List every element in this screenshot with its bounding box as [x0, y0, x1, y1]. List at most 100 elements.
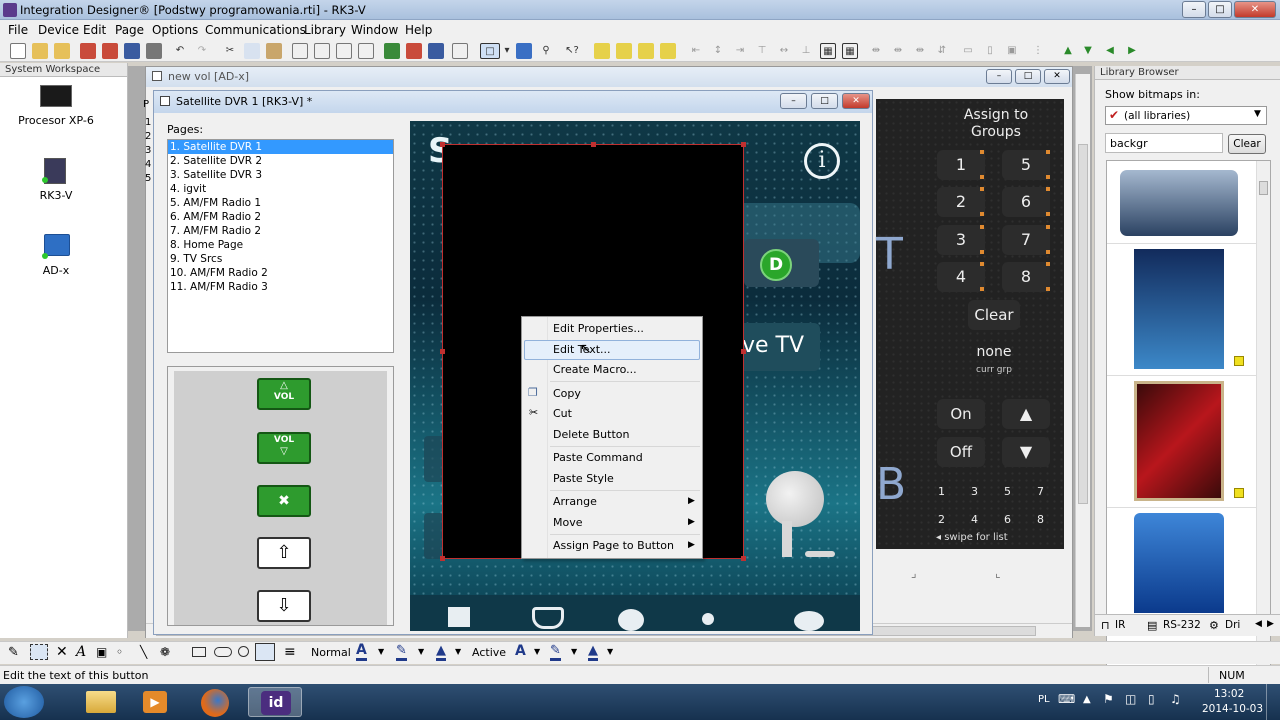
- explorer-taskbar-item[interactable]: [74, 687, 128, 717]
- channel-down-button[interactable]: ⇩: [257, 590, 311, 622]
- show-desktop-button[interactable]: [1266, 684, 1280, 720]
- group-key-5[interactable]: 5: [1002, 150, 1050, 180]
- scrollbar-thumb[interactable]: [1078, 144, 1088, 504]
- media-player-taskbar-item[interactable]: ▶: [128, 687, 182, 717]
- line-tool-icon[interactable]: ╲: [140, 645, 147, 659]
- tab-scroll-right-icon[interactable]: ▶: [1267, 619, 1274, 629]
- chevron-down-icon[interactable]: ▼: [571, 647, 577, 656]
- resize-handle[interactable]: [741, 142, 746, 147]
- resize-handle[interactable]: [591, 142, 596, 147]
- menu-item-cut[interactable]: Cut: [553, 407, 572, 420]
- off-button[interactable]: Off: [937, 437, 985, 467]
- workspace-item-processor[interactable]: Procesor XP-6: [0, 114, 112, 127]
- small-key[interactable]: 6: [1004, 513, 1011, 526]
- menu-library[interactable]: Library: [304, 23, 346, 37]
- small-key[interactable]: 7: [1037, 485, 1044, 498]
- volume-down-button[interactable]: VOL ▽: [257, 432, 311, 464]
- line-weight-icon[interactable]: ≡: [284, 644, 296, 660]
- volume-icon[interactable]: ♫: [1170, 692, 1181, 706]
- align-top-icon[interactable]: ⊤: [754, 43, 770, 59]
- menu-options[interactable]: Options: [152, 23, 198, 37]
- resize-handle[interactable]: [440, 556, 445, 561]
- pencil-icon[interactable]: ✎: [8, 645, 19, 660]
- macro2-icon[interactable]: [406, 43, 422, 59]
- bitmap-thumbnail[interactable]: [1120, 170, 1238, 236]
- menu-item-paste-style[interactable]: Paste Style: [553, 472, 614, 485]
- menu-item-create-macro[interactable]: Create Macro...: [553, 363, 637, 376]
- undo-icon[interactable]: ↶: [172, 43, 188, 59]
- editor-close-button[interactable]: ✕: [842, 93, 870, 109]
- menu-window[interactable]: Window: [351, 23, 398, 37]
- clear-search-button[interactable]: Clear: [1228, 134, 1266, 154]
- menu-item-arrange[interactable]: Arrange: [553, 495, 597, 508]
- group-key-1[interactable]: 1: [937, 150, 985, 180]
- list-item[interactable]: 3. Satellite DVR 3: [168, 168, 393, 182]
- tab-rs232[interactable]: RS-232: [1163, 619, 1201, 631]
- stop-icon[interactable]: [618, 609, 644, 631]
- help-pointer-icon[interactable]: ↖?: [564, 43, 580, 59]
- menu-item-edit-properties[interactable]: Edit Properties...: [553, 322, 644, 335]
- chevron-down-icon[interactable]: ▼: [378, 647, 384, 656]
- small-key[interactable]: 3: [971, 485, 978, 498]
- tab-scroll-left-icon[interactable]: ◀: [1255, 619, 1262, 629]
- clock-date[interactable]: 2014-10-03: [1202, 703, 1263, 715]
- small-key[interactable]: 5: [1004, 485, 1011, 498]
- arrow-up-icon[interactable]: ▲: [1060, 43, 1076, 59]
- down-arrow-button[interactable]: ▼: [1002, 437, 1050, 467]
- arrow-right-icon[interactable]: ▶: [1124, 43, 1140, 59]
- menu-page[interactable]: Page: [115, 23, 144, 37]
- firefox-taskbar-item[interactable]: [188, 687, 242, 717]
- list-item[interactable]: 9. TV Srcs: [168, 252, 393, 266]
- align-right-icon[interactable]: ⇥: [732, 43, 748, 59]
- panel-scrollbar[interactable]: [1075, 74, 1090, 622]
- maximize-button[interactable]: □: [1208, 1, 1232, 18]
- list-item[interactable]: 10. AM/FM Radio 2: [168, 266, 393, 280]
- list-item[interactable]: 6. AM/FM Radio 2: [168, 210, 393, 224]
- resize-handle[interactable]: [440, 142, 445, 147]
- align-center-icon[interactable]: ↕: [710, 43, 726, 59]
- library-scrollbar[interactable]: [1256, 161, 1270, 669]
- bitmap-thumbnail[interactable]: [1134, 249, 1224, 369]
- delete-device-icon[interactable]: [102, 43, 118, 59]
- channel-up-button[interactable]: ⇧: [257, 537, 311, 569]
- group-key-8[interactable]: 8: [1002, 262, 1050, 292]
- bitmap-thumbnail[interactable]: [1134, 513, 1224, 613]
- menu-communications[interactable]: Communications: [205, 23, 306, 37]
- open-folder-icon[interactable]: [54, 43, 70, 59]
- align-middle-icon[interactable]: ↔: [776, 43, 792, 59]
- rounded-rect-tool-icon[interactable]: [214, 647, 232, 657]
- group-key-7[interactable]: 7: [1002, 225, 1050, 255]
- rectangle-tool-icon[interactable]: [192, 647, 206, 657]
- action-center-icon[interactable]: ⚑: [1103, 692, 1114, 706]
- up-arrow-button[interactable]: ▲: [1002, 399, 1050, 429]
- font-color-icon[interactable]: A: [356, 643, 367, 661]
- bitmap-thumbnail[interactable]: [1134, 381, 1224, 501]
- language-indicator[interactable]: PL: [1038, 694, 1050, 705]
- active-fill-color-icon[interactable]: ▲: [588, 643, 598, 661]
- arrow-left-icon[interactable]: ◀: [1102, 43, 1118, 59]
- menu-item-copy[interactable]: Copy: [553, 387, 581, 400]
- group-key-3[interactable]: 3: [937, 225, 985, 255]
- brightness-icon[interactable]: [702, 613, 714, 625]
- side-button[interactable]: [424, 436, 444, 482]
- list-item[interactable]: 5. AM/FM Radio 1: [168, 196, 393, 210]
- resize-handle[interactable]: [440, 349, 445, 354]
- list-item[interactable]: 8. Home Page: [168, 238, 393, 252]
- ellipse-tool-icon[interactable]: [238, 646, 249, 657]
- size-both-icon[interactable]: ▣: [1004, 43, 1020, 59]
- menu-file[interactable]: File: [8, 23, 28, 37]
- space-h2-icon[interactable]: ⇹: [890, 43, 906, 59]
- size-w-icon[interactable]: ▭: [960, 43, 976, 59]
- menu-item-paste-command[interactable]: Paste Command: [553, 451, 643, 464]
- list-item[interactable]: 4. igvit: [168, 182, 393, 196]
- moon-icon[interactable]: [794, 611, 824, 631]
- frame-tool-icon[interactable]: [255, 643, 275, 661]
- zoom-icon[interactable]: ⚲: [538, 43, 554, 59]
- center-page2-icon[interactable]: ▦: [842, 43, 858, 59]
- side-button[interactable]: [424, 513, 444, 559]
- chevron-down-icon[interactable]: ▼: [455, 647, 461, 656]
- paste-icon[interactable]: [266, 43, 282, 59]
- arrange-front-icon[interactable]: [594, 43, 610, 59]
- info-icon[interactable]: i: [804, 143, 840, 179]
- list-item[interactable]: 2. Satellite DVR 2: [168, 154, 393, 168]
